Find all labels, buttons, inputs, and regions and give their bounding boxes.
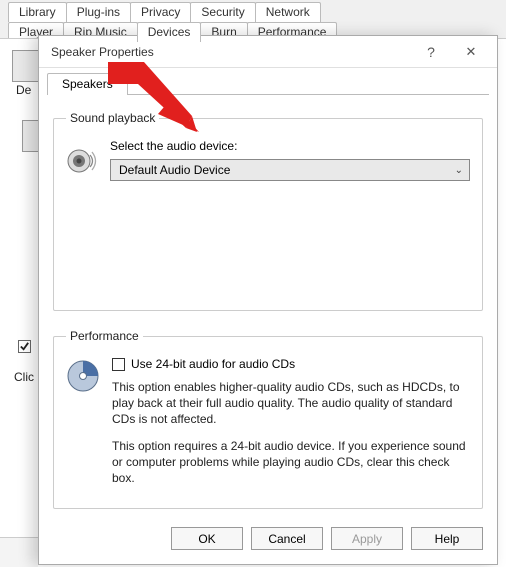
perf-description-1: This option enables higher-quality audio… — [112, 379, 470, 428]
bg-tab-privacy[interactable]: Privacy — [130, 2, 191, 22]
dialog-tabstrip: Speakers — [39, 68, 497, 94]
group-sound-playback: Sound playback Select the audio device: … — [53, 111, 483, 311]
bg-tab-library[interactable]: Library — [8, 2, 67, 22]
dialog-button-row: OK Cancel Apply Help — [39, 517, 497, 564]
apply-button: Apply — [331, 527, 403, 550]
audio-device-dropdown[interactable]: Default Audio Device ⌄ — [110, 159, 470, 181]
group-performance: Performance Use 24-bit audio for audio C… — [53, 329, 483, 509]
parent-window-bottom — [0, 537, 38, 567]
group-performance-legend: Performance — [66, 329, 143, 343]
select-audio-label: Select the audio device: — [110, 139, 470, 153]
cancel-button[interactable]: Cancel — [251, 527, 323, 550]
help-button-bottom[interactable]: Help — [411, 527, 483, 550]
speaker-properties-dialog: Speaker Properties ? ✕ Speakers Sound pl… — [38, 35, 498, 565]
tab-speakers[interactable]: Speakers — [47, 73, 128, 95]
bg-tab-plug-ins[interactable]: Plug-ins — [66, 2, 131, 22]
parent-checkbox[interactable] — [18, 340, 31, 353]
bg-tab-network[interactable]: Network — [255, 2, 321, 22]
close-button[interactable]: ✕ — [451, 42, 491, 62]
help-button[interactable]: ? — [411, 42, 451, 62]
bg-tab-devices[interactable]: Devices — [137, 22, 202, 42]
device-list-icon — [22, 120, 38, 152]
speaker-icon — [66, 145, 98, 177]
dialog-content: Sound playback Select the audio device: … — [39, 95, 497, 517]
disc-icon — [66, 359, 100, 393]
click-label-fragment: Clic — [14, 370, 34, 384]
dialog-title: Speaker Properties — [51, 45, 411, 59]
audio-device-value: Default Audio Device — [119, 163, 230, 177]
group-sound-legend: Sound playback — [66, 111, 159, 125]
perf-description-2: This option requires a 24-bit audio devi… — [112, 438, 470, 487]
devices-heading-fragment: De — [16, 83, 31, 97]
chevron-down-icon: ⌄ — [455, 165, 463, 176]
dialog-titlebar: Speaker Properties ? ✕ — [39, 36, 497, 68]
bg-tab-security[interactable]: Security — [190, 2, 255, 22]
checkmark-icon — [18, 340, 31, 353]
ok-button[interactable]: OK — [171, 527, 243, 550]
use-24bit-checkbox[interactable] — [112, 358, 125, 371]
use-24bit-label: Use 24-bit audio for audio CDs — [131, 357, 295, 371]
